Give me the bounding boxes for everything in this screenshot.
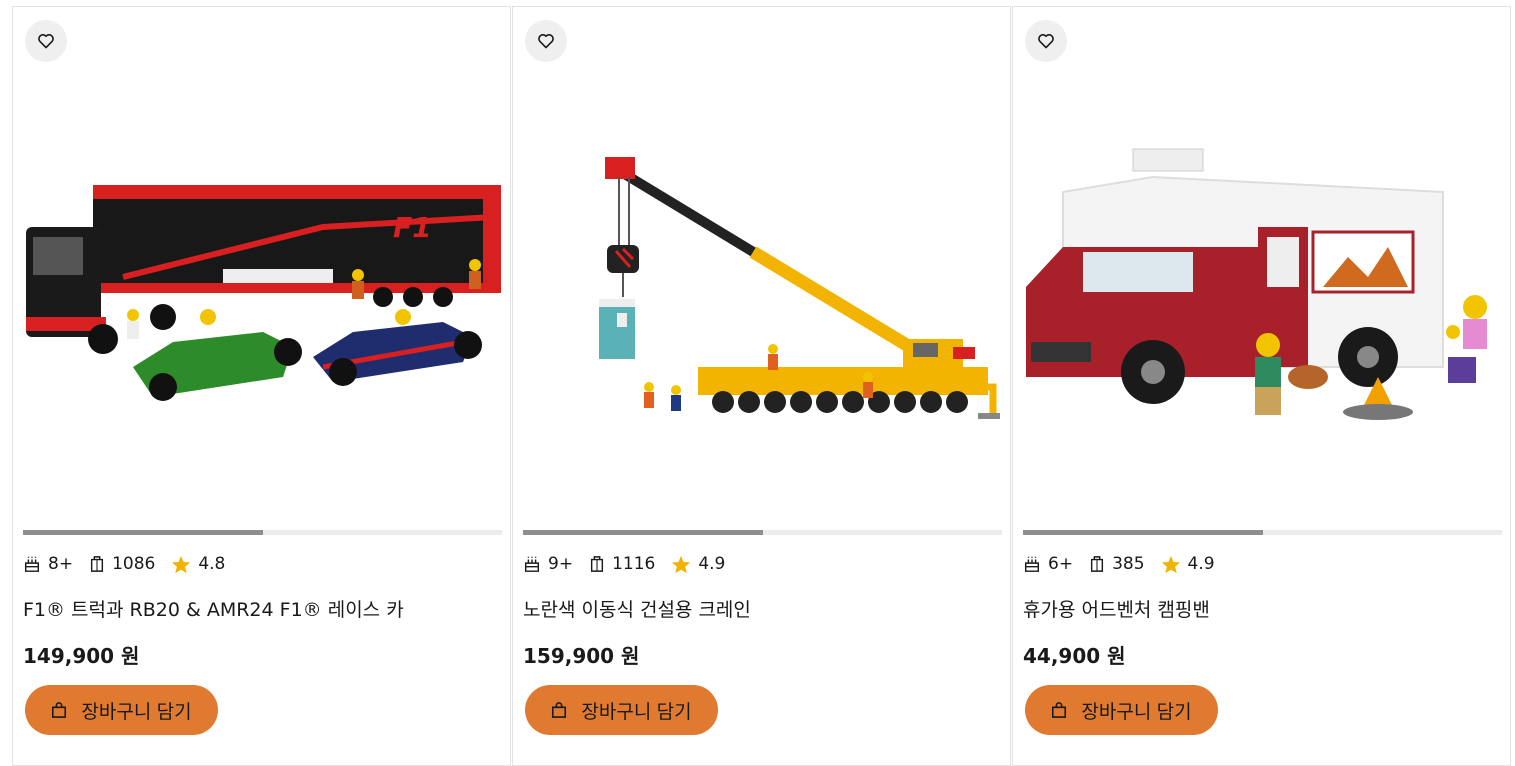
age-rating: 9+ [523, 554, 573, 574]
birthday-cake-icon [1024, 556, 1040, 572]
lego-brick-icon [91, 556, 104, 572]
rating: 4.9 [671, 554, 725, 574]
add-to-cart-button[interactable]: 장바구니 담기 [1025, 685, 1218, 735]
product-card: 6+ 385 4.9 휴가용 어드벤처 캠핑밴 44,900 원 장바구니 담기 [1012, 6, 1511, 766]
piece-count: 1086 [89, 554, 155, 574]
add-to-cart-label: 장바구니 담기 [581, 701, 692, 723]
shopping-bag-icon [552, 702, 567, 718]
shopping-bag-icon [1052, 702, 1067, 718]
pieces-value: 1086 [112, 554, 156, 574]
add-to-cart-button[interactable]: 장바구니 담기 [25, 685, 218, 735]
product-meta: 9+ 1116 4.9 [523, 552, 741, 576]
product-image-camper-van[interactable] [1023, 77, 1502, 517]
heart-icon [1038, 34, 1054, 49]
image-carousel-progress-fill [23, 530, 263, 535]
rating-value: 4.9 [1187, 554, 1215, 574]
age-rating: 6+ [1023, 554, 1073, 574]
lego-brick-icon [1091, 556, 1104, 572]
heart-icon [538, 34, 554, 49]
product-image-f1-truck[interactable]: F1 [23, 77, 502, 517]
age-rating: 8+ [23, 554, 73, 574]
product-image-crane[interactable] [523, 77, 1002, 517]
wishlist-button[interactable] [25, 20, 67, 62]
product-meta: 8+ 1086 4.8 [23, 552, 241, 576]
birthday-cake-icon [524, 556, 540, 572]
wishlist-button[interactable] [525, 20, 567, 62]
piece-count: 1116 [589, 554, 655, 574]
product-title[interactable]: 휴가용 어드벤처 캠핑밴 [1023, 595, 1210, 622]
add-to-cart-button[interactable]: 장바구니 담기 [525, 685, 718, 735]
image-carousel-progress-fill [523, 530, 763, 535]
add-to-cart-label: 장바구니 담기 [1081, 701, 1192, 723]
image-carousel-progress-fill [1023, 530, 1263, 535]
age-value: 9+ [548, 554, 574, 574]
age-value: 6+ [1048, 554, 1074, 574]
rating: 4.8 [171, 554, 225, 574]
svg-text:F1: F1 [393, 211, 432, 244]
rating-value: 4.9 [698, 554, 726, 574]
pieces-value: 1116 [612, 554, 656, 574]
product-title[interactable]: F1® 트럭과 RB20 & AMR24 F1® 레이스 카 [23, 595, 404, 622]
product-card: F1 8+ 1086 4.8 F1® 트럭과 RB20 & AMR24 F1® … [12, 6, 511, 766]
product-grid: F1 8+ 1086 4.8 F1® 트럭과 RB20 & AMR24 F1® … [0, 0, 1515, 766]
heart-icon [38, 34, 54, 49]
rating-value: 4.8 [198, 554, 226, 574]
shopping-bag-icon [52, 702, 67, 718]
add-to-cart-label: 장바구니 담기 [81, 701, 192, 723]
product-meta: 6+ 385 4.9 [1023, 552, 1231, 576]
product-price: 149,900 원 [23, 644, 140, 668]
star-icon [172, 555, 191, 573]
rating: 4.9 [1161, 554, 1215, 574]
image-carousel-progress [1023, 530, 1502, 535]
star-icon [672, 555, 691, 573]
product-price: 159,900 원 [523, 644, 640, 668]
lego-brick-icon [591, 556, 604, 572]
image-carousel-progress [23, 530, 502, 535]
product-price: 44,900 원 [1023, 644, 1126, 668]
product-title[interactable]: 노란색 이동식 건설용 크레인 [523, 595, 751, 622]
birthday-cake-icon [24, 556, 40, 572]
image-carousel-progress [523, 530, 1002, 535]
pieces-value: 385 [1112, 554, 1145, 574]
star-icon [1161, 555, 1180, 573]
product-card: 9+ 1116 4.9 노란색 이동식 건설용 크레인 159,900 원 장바… [512, 6, 1011, 766]
wishlist-button[interactable] [1025, 20, 1067, 62]
piece-count: 385 [1089, 554, 1145, 574]
age-value: 8+ [48, 554, 74, 574]
